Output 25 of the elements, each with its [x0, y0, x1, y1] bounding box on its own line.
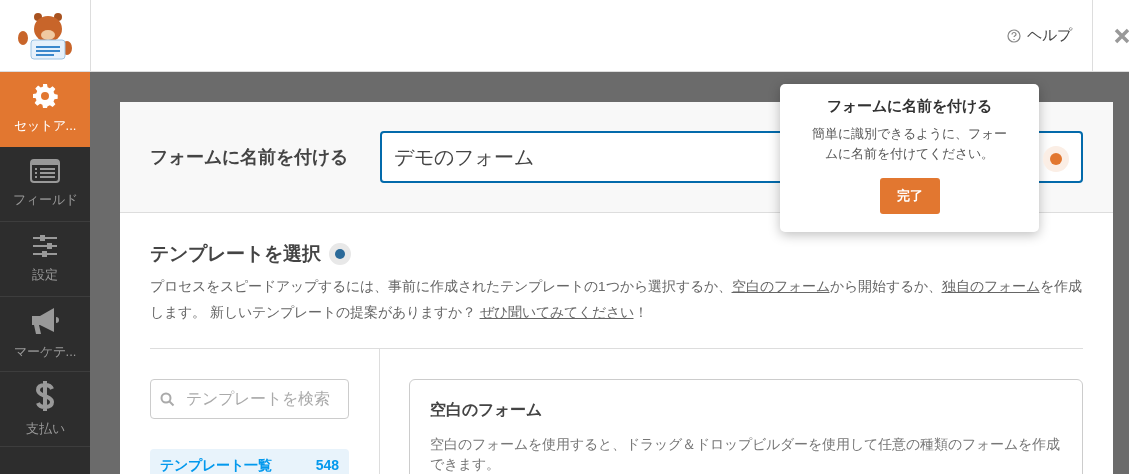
- tooltip-title: フォームに名前を付ける: [827, 97, 992, 116]
- search-field[interactable]: テンプレートを検索: [150, 379, 349, 419]
- section-title: テンプレートを選択: [150, 242, 321, 266]
- hint-dot-icon[interactable]: [329, 243, 351, 265]
- gear-icon: [32, 83, 58, 109]
- list-icon: [30, 159, 60, 183]
- bear-mascot-logo: [16, 11, 74, 60]
- card-title: 空白のフォーム: [430, 400, 543, 420]
- form-name-label: フォームに名前を付ける: [150, 146, 348, 169]
- text-link[interactable]: 独自のフォーム: [941, 279, 1040, 294]
- help-icon: [1007, 28, 1021, 43]
- section-description: プロセスをスピードアップするには、事前に作成されたテンプレートの1つから選択するか、空白のフォームから開始するか、独自のフォームを作成します。 新しいテンプレートの提案がありますか？ ぜひ聞いてみてください！: [150, 278, 1083, 322]
- dollar-icon: [36, 380, 54, 412]
- card-description: 空白のフォームを使用すると、ドラッグ＆ドロップビルダーを使用して任意の種類のフォームを作成できます。: [430, 436, 1061, 474]
- close-icon: [1114, 27, 1129, 44]
- done-button[interactable]: 完了: [879, 178, 940, 214]
- megaphone-icon: [30, 307, 60, 335]
- help-link[interactable]: ヘルプ: [1007, 0, 1072, 71]
- template-card[interactable]: 空白のフォーム 空白のフォームを使用すると、ドラッグ＆ドロップビルダーを使用して任意の種類のフォームを作成できます。: [409, 379, 1083, 474]
- text-link[interactable]: 空白のフォーム: [731, 279, 830, 294]
- category-item[interactable]: テンプレート一覧 548: [150, 449, 349, 474]
- sliders-icon: [32, 234, 58, 258]
- text-link[interactable]: ぜひ聞いてみてください: [479, 305, 634, 320]
- search-icon: [160, 392, 175, 407]
- sidebar-item[interactable]: セットア...: [0, 72, 90, 147]
